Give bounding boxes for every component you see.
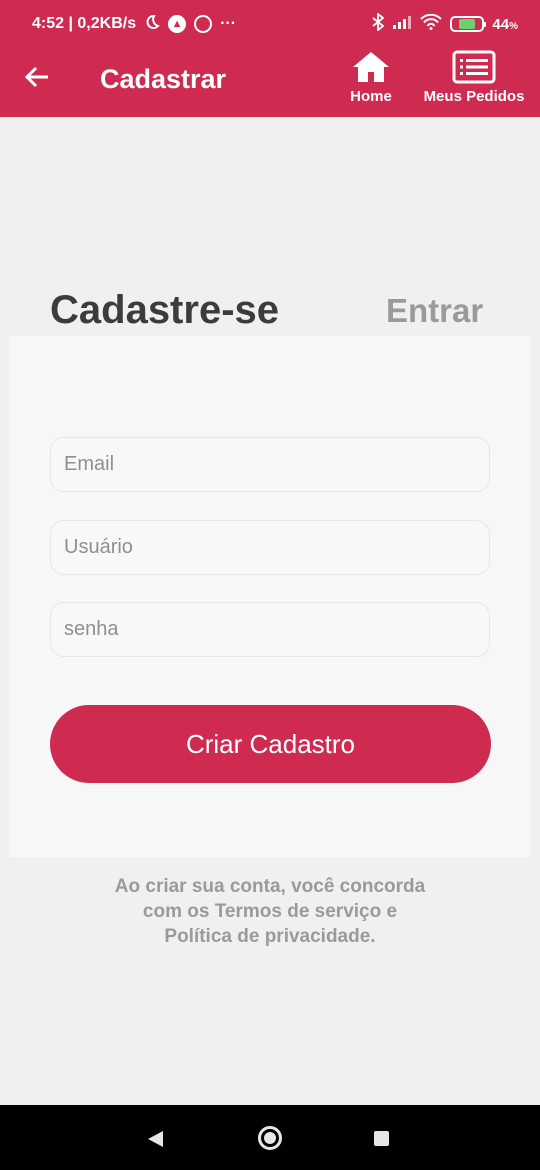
arrow-left-icon: [24, 66, 48, 88]
status-right: 44%: [372, 12, 518, 35]
page-title: Cadastrar: [100, 64, 227, 94]
back-button[interactable]: [22, 62, 52, 92]
moon-icon: [144, 14, 160, 35]
terms-line-1: Ao criar sua conta, você concorda: [114, 876, 426, 897]
nav-home-button[interactable]: Home: [346, 50, 396, 105]
terms-text: Ao criar sua conta, você concorda com os…: [0, 874, 540, 949]
bluetooth-icon: [372, 12, 385, 35]
wifi-icon: [420, 13, 443, 34]
status-time: 4:52 | 0,2KB/s: [32, 15, 137, 32]
system-home-icon[interactable]: [258, 1126, 282, 1150]
more-dots: ···: [220, 15, 237, 32]
nav-home-label: Home: [350, 88, 392, 105]
system-nav-bar: [0, 1105, 540, 1170]
signal-icon: [392, 14, 412, 34]
create-account-button[interactable]: Criar Cadastro: [50, 705, 491, 783]
terms-line-2[interactable]: com os Termos de serviço e: [0, 899, 540, 924]
list-icon: [452, 50, 496, 84]
battery-charging-icon: [450, 16, 487, 32]
status-left: 4:52 | 0,2KB/s ▲ ···: [32, 14, 236, 35]
nav-orders-button[interactable]: Meus Pedidos: [419, 50, 529, 105]
nav-orders-label: Meus Pedidos: [423, 88, 525, 105]
location-icon: [194, 15, 213, 33]
email-field[interactable]: [50, 437, 490, 492]
navigation-icon: ▲: [168, 15, 187, 33]
system-recents-icon[interactable]: [374, 1131, 389, 1146]
signup-form: Criar Cadastro: [9, 336, 531, 857]
status-bar: 4:52 | 0,2KB/s ▲ ··· 44%: [0, 0, 540, 48]
tab-signup[interactable]: Cadastre-se: [50, 288, 279, 333]
battery-level: 44%: [492, 15, 518, 33]
auth-tabs: Cadastre-se Entrar: [0, 280, 540, 336]
app-bar: Cadastrar Home Meus Pedidos: [0, 48, 540, 117]
password-field[interactable]: [50, 602, 490, 657]
system-back-icon[interactable]: [148, 1131, 163, 1147]
tab-login[interactable]: Entrar: [386, 292, 483, 330]
terms-line-3[interactable]: Política de privacidade.: [0, 924, 540, 949]
home-icon: [353, 52, 389, 82]
username-field[interactable]: [50, 520, 490, 575]
